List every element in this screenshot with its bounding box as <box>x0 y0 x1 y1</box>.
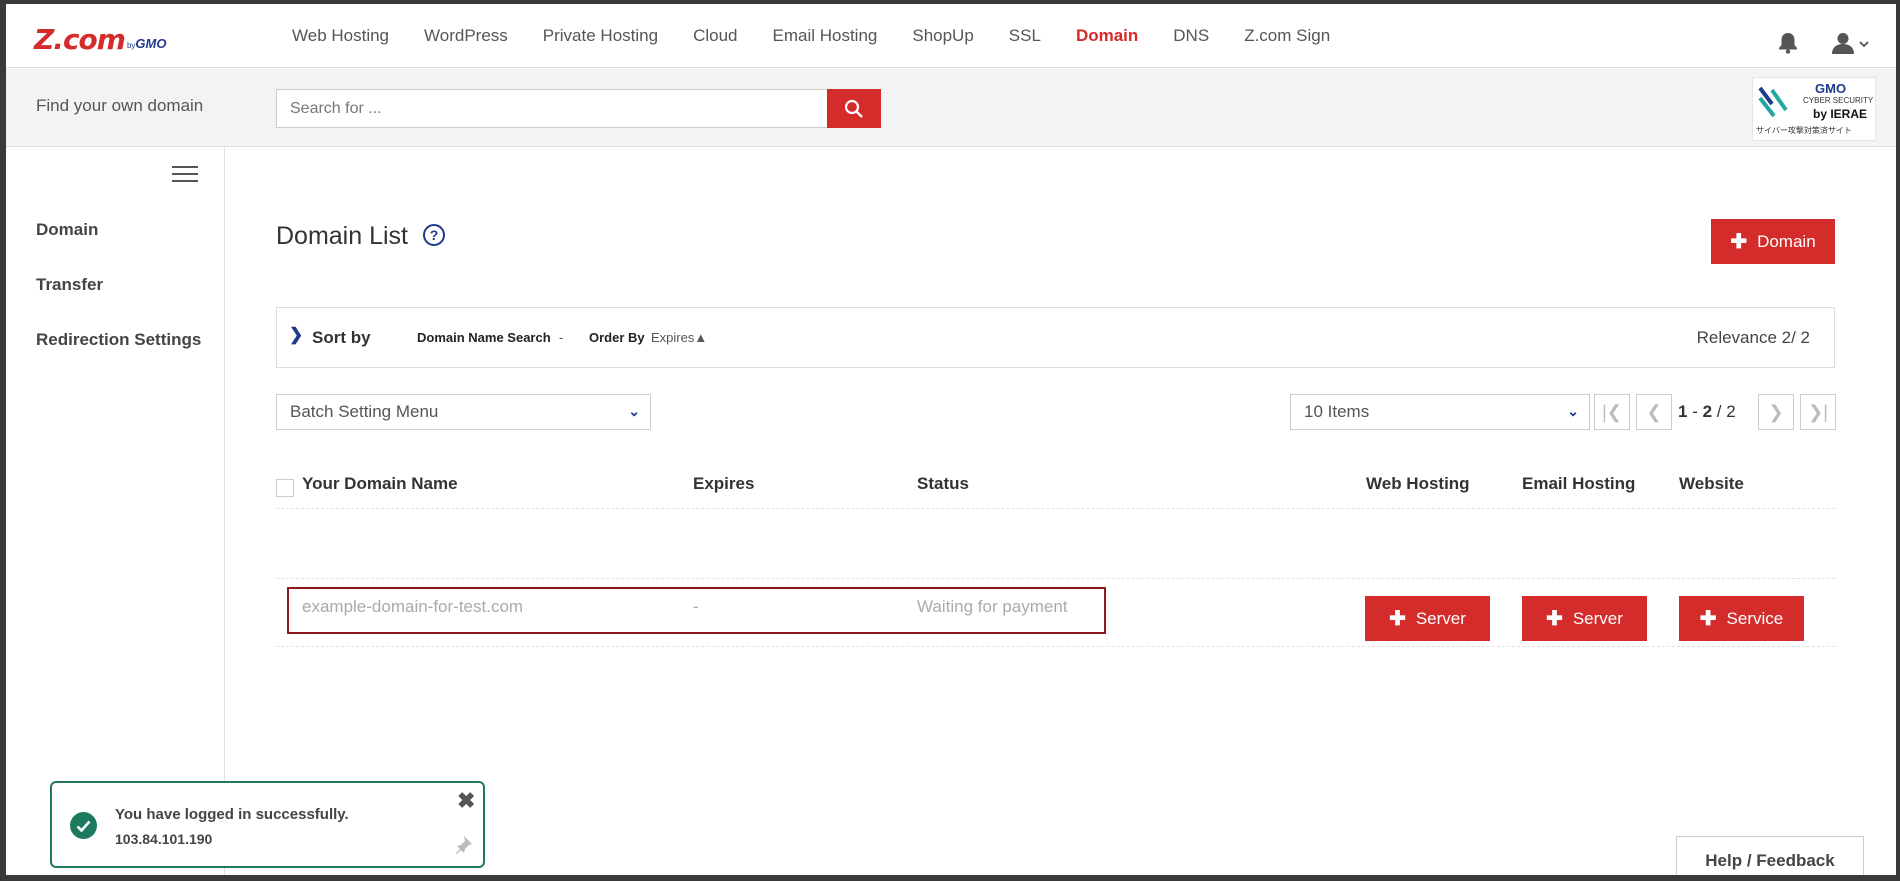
row-status: Waiting for payment <box>917 597 1068 616</box>
select-all-checkbox[interactable] <box>276 479 294 497</box>
chevron-down-icon: ⌄ <box>1567 403 1579 419</box>
nav-domain[interactable]: Domain <box>1076 26 1138 46</box>
user-icon <box>1832 33 1869 54</box>
sidebar-item-domain[interactable]: Domain <box>36 220 98 240</box>
next-page-button[interactable]: ❯ <box>1758 394 1794 430</box>
col-header-status[interactable]: Status <box>917 474 969 494</box>
relevance-count: Relevance 2/ 2 <box>1696 328 1810 347</box>
header-divider <box>276 508 1835 509</box>
nav-zcom-sign[interactable]: Z.com Sign <box>1244 26 1330 46</box>
plus-icon: ✚ <box>1730 230 1748 253</box>
add-domain-button[interactable]: ✚ Domain <box>1711 219 1835 264</box>
items-per-page-select[interactable]: 10 Items ⌄ <box>1290 394 1590 430</box>
col-header-website: Website <box>1679 474 1744 493</box>
plus-icon: ✚ <box>1699 607 1717 630</box>
check-circle-icon <box>70 812 97 839</box>
batch-setting-select[interactable]: Batch Setting Menu ⌄ <box>276 394 651 430</box>
domain-name-search-value: - <box>559 330 564 345</box>
search-button[interactable] <box>827 89 881 128</box>
toast-ip: 103.84.101.190 <box>115 831 213 847</box>
badge-line3: サイバー攻撃対策済サイト <box>1756 126 1852 135</box>
order-by-label: Order By <box>589 330 645 345</box>
main-menu: Web Hosting WordPress Private Hosting Cl… <box>292 26 1365 46</box>
batch-setting-value: Batch Setting Menu <box>290 402 439 421</box>
website-btn-label: Service <box>1726 608 1784 628</box>
add-email-hosting-server-button[interactable]: ✚ Server <box>1522 596 1647 641</box>
pager-range: 1 - 2 / 2 <box>1678 402 1736 422</box>
user-menu[interactable] <box>1832 32 1872 54</box>
sort-panel[interactable]: ❯ Sort by Domain Name Search - Order By … <box>276 307 1835 368</box>
row-divider <box>276 646 1835 647</box>
nav-private-hosting[interactable]: Private Hosting <box>543 26 658 46</box>
pager-total: 2 <box>1726 402 1736 421</box>
last-page-button[interactable]: ❯| <box>1800 394 1836 430</box>
nav-cloud[interactable]: Cloud <box>693 26 737 46</box>
pager-range-end: 2 <box>1702 402 1713 421</box>
nav-wordpress[interactable]: WordPress <box>424 26 508 46</box>
sidebar-item-redirection-settings[interactable]: Redirection Settings <box>36 330 201 350</box>
add-web-hosting-server-button[interactable]: ✚ Server <box>1365 596 1490 641</box>
nav-ssl[interactable]: SSL <box>1009 26 1041 46</box>
pager-total-sep: / <box>1712 402 1727 421</box>
row-divider <box>276 578 1835 579</box>
row-domain-name[interactable]: example-domain-for-test.com <box>302 597 523 617</box>
col-header-web-hosting: Web Hosting <box>1366 474 1470 493</box>
nav-shopup[interactable]: ShopUp <box>912 26 973 46</box>
items-per-page-value: 10 Items <box>1304 402 1370 421</box>
first-page-button[interactable]: |❮ <box>1594 394 1630 430</box>
ierae-logo-icon <box>1758 86 1788 118</box>
help-icon[interactable]: ? <box>423 224 445 246</box>
close-icon[interactable]: ✖ <box>457 788 475 814</box>
hamburger-menu-icon[interactable] <box>172 166 198 184</box>
web-hosting-btn-label: Server <box>1415 608 1466 628</box>
col-header-expires[interactable]: Expires <box>693 474 754 494</box>
badge-brand: GMO <box>1815 81 1847 96</box>
sidebar-item-transfer[interactable]: Transfer <box>36 275 103 295</box>
sort-by-label: Sort by <box>312 328 371 347</box>
login-success-toast: You have logged in successfully. 103.84.… <box>50 781 485 868</box>
nav-email-hosting[interactable]: Email Hosting <box>772 26 877 46</box>
browser-frame: Z.com by GMO Web Hosting WordPress Priva… <box>0 0 1900 881</box>
nav-dns[interactable]: DNS <box>1173 26 1209 46</box>
toast-message: You have logged in successfully. <box>115 806 349 823</box>
email-hosting-btn-label: Server <box>1572 608 1623 628</box>
col-header-domain[interactable]: Your Domain Name <box>302 474 458 494</box>
badge-line2: by IERAE <box>1813 107 1868 121</box>
domain-name-search-label: Domain Name Search <box>417 330 551 345</box>
row-expires: - <box>693 597 699 616</box>
chevron-right-icon: ❯ <box>289 325 304 344</box>
zcom-logo[interactable]: Z.com by GMO <box>34 24 166 54</box>
badge-line1: CYBER SECURITY <box>1803 96 1874 105</box>
domain-search-bar: Find your own domain GMO CYBER SECURITY … <box>6 69 1896 147</box>
col-header-email-hosting: Email Hosting <box>1522 474 1636 493</box>
logo-main: Z.com <box>34 23 126 56</box>
bell-icon[interactable] <box>1778 32 1798 54</box>
prev-page-button[interactable]: ❮ <box>1636 394 1672 430</box>
top-nav: Z.com by GMO Web Hosting WordPress Priva… <box>6 4 1896 68</box>
pin-icon[interactable] <box>456 834 476 856</box>
plus-icon: ✚ <box>1389 607 1406 630</box>
pager-range-sep: - <box>1687 402 1703 421</box>
help-feedback-button[interactable]: Help / Feedback <box>1676 836 1864 875</box>
add-website-service-button[interactable]: ✚ Service <box>1679 596 1804 641</box>
order-by-value: Expires▲ <box>651 330 708 345</box>
chevron-down-icon: ⌄ <box>628 403 640 419</box>
page-title: Domain List <box>276 222 408 250</box>
add-domain-label: Domain <box>1757 231 1816 251</box>
domain-search-input[interactable] <box>276 89 828 128</box>
logo-by: by <box>126 41 136 50</box>
cyber-security-badge[interactable]: GMO CYBER SECURITY by IERAE サイバー攻撃対策済サイト <box>1752 77 1876 141</box>
nav-web-hosting[interactable]: Web Hosting <box>292 26 389 46</box>
search-icon <box>844 99 863 118</box>
search-label: Find your own domain <box>36 96 204 115</box>
logo-gmo: GMO <box>135 36 167 51</box>
sidebar: Domain Transfer Redirection Settings <box>6 148 225 875</box>
plus-icon: ✚ <box>1546 607 1563 630</box>
